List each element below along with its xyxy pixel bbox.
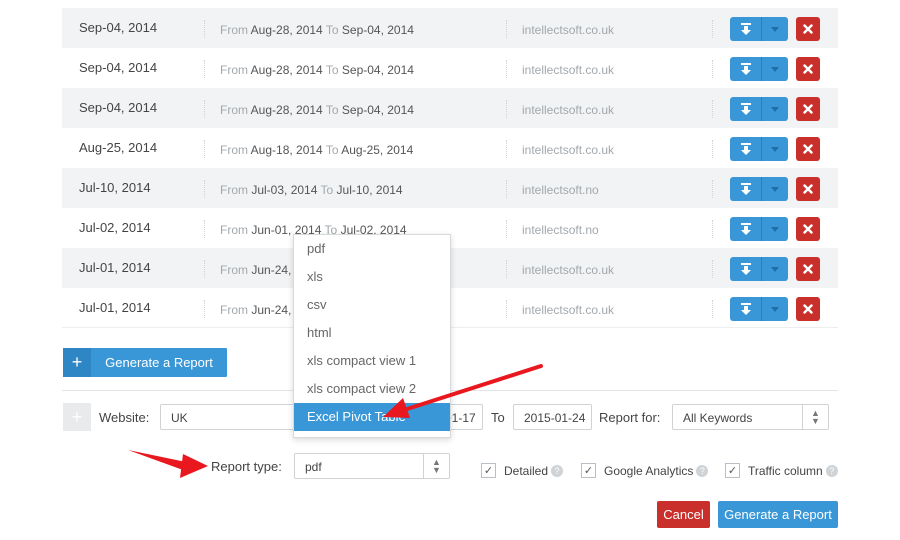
annotation-arrows <box>128 364 543 478</box>
arrow-to-report-type <box>128 450 208 478</box>
arrow-to-excel-pivot-option <box>383 364 543 418</box>
